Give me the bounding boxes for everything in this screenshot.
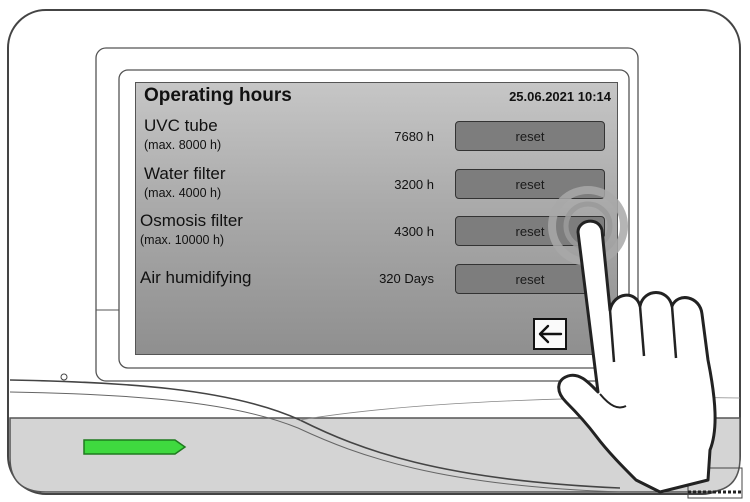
item-name-uvc-tube: UVC tube (144, 116, 218, 135)
item-name-osmosis-filter: Osmosis filter (140, 211, 243, 230)
reset-button-uvc-tube[interactable]: reset (455, 121, 605, 151)
item-max-uvc-tube: (max. 8000 h) (144, 138, 222, 152)
item-value-osmosis-filter: 4300 h (394, 224, 434, 239)
item-name-air-humidifying: Air humidifying (140, 268, 252, 287)
status-led-icon (83, 439, 187, 455)
item-max-water-filter: (max. 4000 h) (144, 186, 222, 200)
item-value-air-humidifying: 320 Days (379, 271, 434, 286)
item-max-osmosis-filter: (max. 10000 h) (140, 233, 225, 247)
pointing-hand-icon (548, 186, 717, 494)
item-name-water-filter: Water filter (144, 164, 226, 183)
item-value-uvc-tube: 7680 h (394, 129, 434, 144)
page-title: Operating hours (144, 85, 292, 106)
date-time: 25.06.2021 10:14 (509, 89, 611, 104)
item-value-water-filter: 3200 h (394, 177, 434, 192)
